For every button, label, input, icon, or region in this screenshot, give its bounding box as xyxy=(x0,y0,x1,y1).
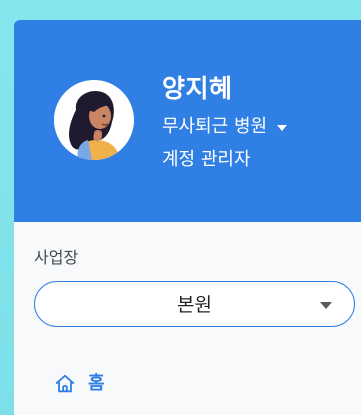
profile-header: 양지혜 무사퇴근 병원 계정 관리자 xyxy=(14,20,361,222)
organization-name: 무사퇴근 병원 xyxy=(162,116,268,137)
user-name: 양지혜 xyxy=(162,74,233,103)
site-select[interactable]: 본원 xyxy=(34,281,355,327)
caret-down-icon xyxy=(277,125,288,131)
organization-switcher[interactable]: 무사퇴근 병원 xyxy=(162,114,288,140)
home-icon xyxy=(55,374,75,393)
side-menu-panel: 양지혜 무사퇴근 병원 계정 관리자 사업장 본원 홈 xyxy=(14,20,361,415)
chevron-down-icon xyxy=(320,302,332,309)
site-label: 사업장 xyxy=(34,248,79,267)
user-role: 계정 관리자 xyxy=(162,149,251,170)
user-avatar-illustration-icon xyxy=(54,80,134,160)
avatar xyxy=(54,80,134,160)
nav-item-home[interactable]: 홈 xyxy=(54,370,105,398)
site-select-value: 본원 xyxy=(177,294,212,316)
nav-item-home-label: 홈 xyxy=(88,373,105,394)
app-background: 양지혜 무사퇴근 병원 계정 관리자 사업장 본원 홈 xyxy=(0,0,361,415)
